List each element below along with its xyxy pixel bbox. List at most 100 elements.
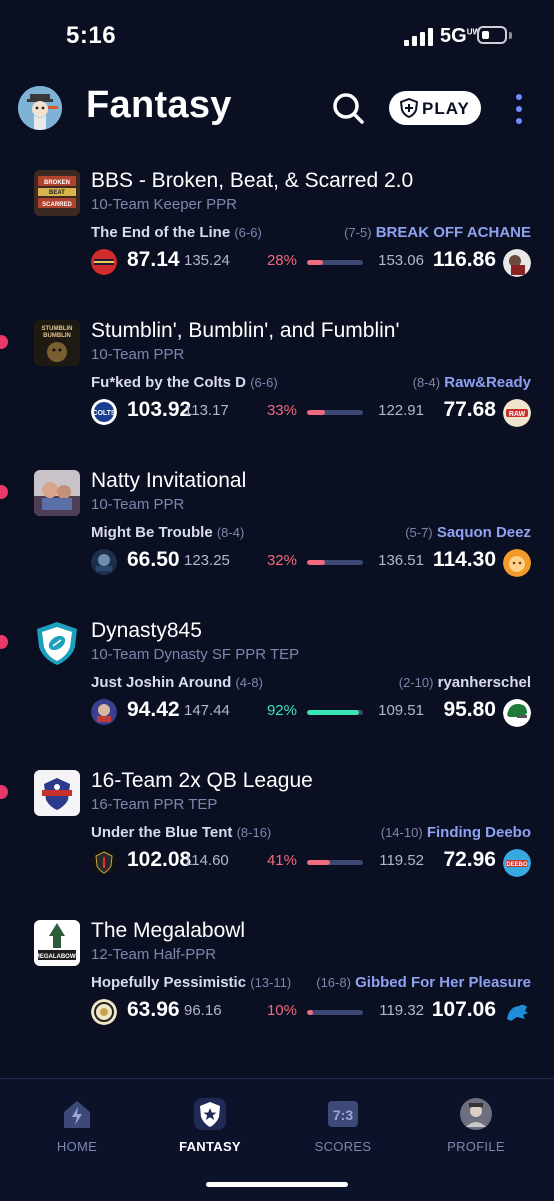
- svg-text:MEGALABOWL: MEGALABOWL: [35, 954, 80, 960]
- user-avatar[interactable]: [18, 86, 62, 130]
- league-logo: BROKEN BEAT SCARRED: [34, 170, 80, 216]
- my-team: The End of the Line (6-6): [91, 224, 262, 241]
- svg-text:BROKEN: BROKEN: [44, 180, 70, 186]
- my-score: 66.50: [127, 548, 180, 571]
- tab-fantasy[interactable]: FANTASY: [155, 1097, 265, 1167]
- team-avatar: [91, 249, 117, 275]
- league-card[interactable]: Natty Invitational 10-Team PPR Might Be …: [0, 450, 554, 590]
- league-card[interactable]: Dynasty845 10-Team Dynasty SF PPR TEP Ju…: [0, 600, 554, 740]
- league-card[interactable]: MEGALABOWL The Megalabowl 12-Team Half-P…: [0, 900, 554, 1040]
- svg-text:BUMBLIN: BUMBLIN: [43, 333, 71, 339]
- team-name: ryanherschel: [437, 674, 531, 691]
- league-logo: [34, 620, 80, 666]
- team-name: Just Joshin Around: [91, 674, 232, 691]
- league-type: 10-Team PPR: [91, 496, 185, 513]
- team-avatar: [503, 249, 531, 277]
- opponent-team: (14-10) Finding Deebo: [381, 824, 531, 841]
- league-type: 10-Team PPR: [91, 346, 185, 363]
- svg-text:COLTS: COLTS: [92, 410, 116, 417]
- team-name: Finding Deebo: [426, 824, 531, 841]
- team-avatar: RAW: [503, 399, 531, 427]
- team-avatar: [503, 549, 531, 577]
- team-name: Gibbed For Her Pleasure: [355, 974, 531, 991]
- fantasy-icon: [194, 1098, 226, 1130]
- team-record: (5-7): [405, 525, 433, 540]
- win-probability-bar: [307, 710, 363, 715]
- win-probability: 33%: [266, 402, 297, 419]
- team-record: (13-11): [250, 975, 292, 990]
- home-icon: [64, 1101, 90, 1128]
- opponent-score: 107.06: [431, 998, 496, 1021]
- my-team: Fu*ked by the Colts D (6-6): [91, 374, 278, 391]
- tab-home[interactable]: HOME: [22, 1097, 132, 1167]
- svg-text:SCARRED: SCARRED: [42, 202, 72, 208]
- scores-icon-text: 7:3: [333, 1107, 353, 1123]
- lions-logo-icon: [503, 999, 531, 1027]
- svg-text:STUMBLIN: STUMBLIN: [42, 326, 73, 332]
- team-name: Raw&Ready: [444, 374, 531, 391]
- network-indicator: 5GUW: [440, 25, 480, 48]
- league-card[interactable]: 16-Team 2x QB League 16-Team PPR TEP Und…: [0, 750, 554, 890]
- league-card[interactable]: BROKEN BEAT SCARRED BBS - Broken, Beat, …: [0, 150, 554, 290]
- win-probability-bar: [307, 1010, 363, 1015]
- league-type: 10-Team Keeper PPR: [91, 196, 237, 213]
- win-probability: 32%: [266, 552, 297, 569]
- win-probability-bar: [307, 410, 363, 415]
- league-name: 16-Team 2x QB League: [91, 769, 313, 792]
- profile-icon: [460, 1098, 492, 1130]
- team-avatar: COLTS: [91, 399, 117, 425]
- opponent-team: (16-8) Gibbed For Her Pleasure: [316, 974, 531, 991]
- status-bar: 5:16 5GUW: [0, 0, 554, 70]
- play-button[interactable]: PLAY: [389, 91, 481, 125]
- win-probability: 92%: [266, 702, 297, 719]
- my-score: 87.14: [127, 248, 180, 271]
- team-avatar: [91, 699, 117, 725]
- team-record: (8-4): [412, 375, 441, 390]
- my-team: Might Be Trouble (8-4): [91, 524, 244, 541]
- team-record: (2-10): [398, 675, 434, 690]
- opponent-projection: 119.32: [379, 1002, 424, 1019]
- page-title: Fantasy: [86, 84, 232, 126]
- win-probability-bar: [307, 860, 363, 865]
- app-header: Fantasy PLAY: [0, 80, 554, 138]
- tab-label: SCORES: [314, 1139, 372, 1154]
- more-options-icon[interactable]: [508, 92, 530, 126]
- league-name: Natty Invitational: [91, 469, 247, 492]
- my-team: Under the Blue Tent (8-16): [91, 824, 271, 841]
- opponent-team: (5-7) Saquon Deez: [405, 524, 531, 541]
- clock: 5:16: [66, 22, 117, 49]
- tab-profile[interactable]: PROFILE: [421, 1097, 531, 1167]
- my-team: Just Joshin Around (4-8): [91, 674, 263, 691]
- opponent-projection: 136.51: [378, 552, 424, 569]
- opponent-projection: 109.51: [378, 702, 424, 719]
- battery-tip: [509, 32, 512, 39]
- my-team: Hopefully Pessimistic (13-11): [91, 974, 291, 991]
- unread-indicator: [0, 785, 8, 799]
- tab-label: PROFILE: [447, 1139, 505, 1154]
- league-card[interactable]: STUMBLIN BUMBLIN Stumblin', Bumblin', an…: [0, 300, 554, 440]
- team-record: (16-8): [316, 975, 351, 990]
- my-score: 94.42: [127, 698, 180, 721]
- unread-indicator: [0, 635, 8, 649]
- league-logo: [34, 770, 80, 816]
- league-type: 12-Team Half-PPR: [91, 946, 217, 963]
- unread-indicator: [0, 485, 8, 499]
- league-logo: MEGALABOWL: [34, 920, 80, 966]
- tab-scores[interactable]: 7:3 SCORES: [288, 1097, 398, 1167]
- league-type: 10-Team Dynasty SF PPR TEP: [91, 646, 300, 663]
- tab-label: FANTASY: [179, 1139, 241, 1154]
- team-record: (6-6): [250, 375, 278, 390]
- opponent-score: 95.80: [443, 698, 496, 721]
- opponent-team: (2-10) ryanherschel: [399, 674, 531, 691]
- opponent-projection: 153.06: [378, 252, 424, 269]
- team-avatar: DEEBO: [503, 849, 531, 877]
- league-name: BBS - Broken, Beat, & Scarred 2.0: [91, 169, 414, 192]
- unread-indicator: [0, 335, 8, 349]
- opponent-score: 77.68: [443, 398, 496, 421]
- search-icon[interactable]: [330, 90, 366, 126]
- my-projection: 135.24: [184, 252, 230, 269]
- my-projection: 96.16: [184, 1002, 222, 1019]
- team-name: The End of the Line: [91, 224, 231, 241]
- league-name: Dynasty845: [91, 619, 202, 642]
- opponent-projection: 119.52: [379, 852, 424, 869]
